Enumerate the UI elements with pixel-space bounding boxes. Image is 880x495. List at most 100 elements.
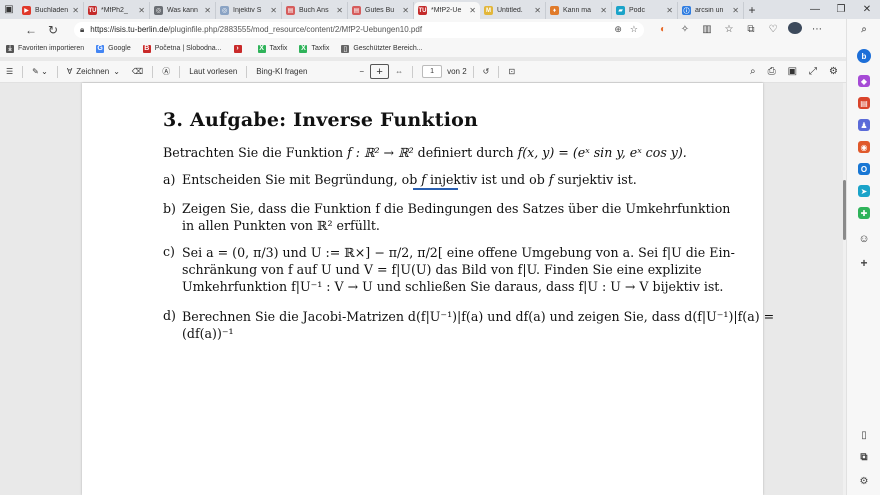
bookmark-item[interactable]: ⤓ Favoriten importieren <box>6 44 84 53</box>
task-text: Entscheiden Sie mit Begründung, ob f inj… <box>182 172 637 189</box>
close-tab-icon[interactable]: ✕ <box>402 6 409 15</box>
task-a-injektiv: injektiv <box>425 172 478 187</box>
read-aloud-button[interactable]: Laut vorlesen <box>183 67 243 76</box>
browser-tab[interactable]: ◎ Was kann ✕ <box>150 2 216 19</box>
browser-tab[interactable]: ▰ Podc ✕ <box>612 2 678 19</box>
exercise-heading: 3. Aufgabe: Inverse Funktion <box>163 109 479 131</box>
tab-favicon-icon: TU <box>88 6 97 15</box>
print-icon[interactable]: ⎙ <box>768 66 776 77</box>
close-tab-icon[interactable]: ✕ <box>336 6 343 15</box>
outlook-icon[interactable]: O <box>858 163 870 175</box>
zoom-icon[interactable]: ⊕ <box>614 24 622 35</box>
tab-title: Untitled. <box>497 7 523 14</box>
new-tab-button[interactable]: + <box>744 3 760 17</box>
bookmark-item[interactable]: B Početna | Slobodna... <box>142 44 222 53</box>
page-view-icon[interactable]: ⊡ <box>502 67 521 76</box>
collections-icon[interactable]: ⧉ <box>744 24 758 35</box>
browser-tab[interactable]: ▤ Gutes Bu ✕ <box>348 2 414 19</box>
bookmark-item[interactable]: G Google <box>96 44 131 53</box>
lock-icon[interactable]: 🔒︎ <box>80 25 84 35</box>
edge-sidebar: ⌕ b ◆ ▤ ♟ ◉ O ➤ ✚ ☺ + ▯ ⧉ ⚙ <box>846 19 880 495</box>
bookmark-item[interactable]: X Taxfix <box>257 44 287 53</box>
chevron-down-icon: ⌄ <box>113 67 120 76</box>
shopping-icon[interactable]: ▤ <box>858 97 870 109</box>
search-sidebar-icon[interactable]: ⌕ <box>858 23 870 35</box>
close-tab-icon[interactable]: ✕ <box>204 6 211 15</box>
split-icon[interactable]: ⧉ <box>858 451 870 463</box>
tools-icon[interactable]: ✚ <box>858 207 870 219</box>
back-icon[interactable]: ← <box>20 23 42 37</box>
task-text: Sei a = (0, π/3) und U := ℝ×] − π/2, π/2… <box>182 244 735 295</box>
bookmark-item[interactable]: X Taxfix <box>299 44 329 53</box>
puzzle-icon[interactable]: ✧ <box>678 24 692 35</box>
pdf-viewer[interactable]: 3. Aufgabe: Inverse Funktion Betrachten … <box>0 83 846 495</box>
settings-icon[interactable]: ⚙ <box>829 66 838 77</box>
draw-button[interactable]: ∀ Zeichnen ⌄ <box>61 67 126 76</box>
divider <box>56 65 58 78</box>
browser-tab[interactable]: M Untitled. ✕ <box>480 2 546 19</box>
intro-math-2: f(x, y) = (eˣ sin y, eˣ cos y). <box>517 145 687 160</box>
divider <box>152 65 154 78</box>
fullscreen-icon[interactable]: ⤢ <box>809 66 817 77</box>
send-icon[interactable]: ➤ <box>858 185 870 197</box>
more-options-icon[interactable]: ⋯ <box>810 24 824 35</box>
divider <box>179 65 181 78</box>
tab-favicon-icon: ◎ <box>220 6 229 15</box>
task-label: d) <box>163 308 176 323</box>
text-icon[interactable]: Ⓐ <box>156 66 176 77</box>
close-window-icon[interactable]: ✕ <box>854 4 880 15</box>
sidebar-settings-icon[interactable]: ⚙ <box>858 475 870 487</box>
restore-icon[interactable]: ❐ <box>828 4 854 15</box>
tab-title: Was kann <box>167 7 198 14</box>
zoom-out-icon[interactable]: − <box>353 67 370 76</box>
bookmark-item[interactable]: ▯ Geschützter Bereich... <box>341 44 423 53</box>
rotate-icon[interactable]: ↺ <box>477 67 496 76</box>
highlight-icon[interactable]: ✎ ⌄ <box>26 67 54 76</box>
save-icon[interactable]: ▣ <box>788 66 797 77</box>
bookmark-label: Geschützter Bereich... <box>353 45 423 52</box>
tab-favicon-icon: M <box>484 6 493 15</box>
task-text: Berechnen Sie die Jacobi-Matrizen d(f|U⁻… <box>182 308 774 342</box>
copilot-icon[interactable]: b <box>857 49 871 63</box>
close-tab-icon[interactable]: ✕ <box>72 6 79 15</box>
split-screen-icon[interactable]: ▥ <box>700 24 714 35</box>
add-sidebar-icon[interactable]: + <box>858 256 870 270</box>
close-tab-icon[interactable]: ✕ <box>666 6 673 15</box>
close-tab-icon[interactable]: ✕ <box>732 6 739 15</box>
close-tab-icon[interactable]: ✕ <box>469 6 476 15</box>
eraser-icon[interactable]: ⌫ <box>126 67 149 76</box>
close-tab-icon[interactable]: ✕ <box>600 6 607 15</box>
close-tab-icon[interactable]: ✕ <box>138 6 145 15</box>
tab-actions-icon[interactable]: ▣ <box>0 0 18 19</box>
fit-page-icon[interactable]: ⇔ <box>389 67 409 76</box>
ask-bing-button[interactable]: Bing-KI fragen <box>250 67 313 76</box>
browser-tab[interactable]: ◎ Injektiv S ✕ <box>216 2 282 19</box>
browser-tab[interactable]: ▤ Buch Ans ✕ <box>282 2 348 19</box>
minimize-icon[interactable]: — <box>802 4 828 15</box>
browser-tab[interactable]: TU *MfP2-Ue ✕ <box>414 2 480 19</box>
close-tab-icon[interactable]: ✕ <box>270 6 277 15</box>
emoji-icon[interactable]: ☺ <box>858 233 870 245</box>
page-number-input[interactable]: 1 <box>422 65 443 78</box>
favorite-star-icon[interactable]: ☆ <box>630 24 638 35</box>
browser-tab[interactable]: ♦ Kann ma ✕ <box>546 2 612 19</box>
refresh-icon[interactable]: ↻ <box>42 23 64 37</box>
office-icon[interactable]: ◉ <box>858 141 870 153</box>
pdf-page: 3. Aufgabe: Inverse Funktion Betrachten … <box>82 83 774 495</box>
favorites-icon[interactable]: ☆ <box>722 24 736 35</box>
zoom-in-button[interactable]: + <box>370 64 390 79</box>
browser-tab[interactable]: ⓘ arcsin un ✕ <box>678 2 744 19</box>
browser-essentials-icon[interactable]: ♡ <box>766 24 780 35</box>
close-tab-icon[interactable]: ✕ <box>534 6 541 15</box>
browser-tab[interactable]: TU *MfPh2_ ✕ <box>84 2 150 19</box>
browser-tab[interactable]: ▶ Buchladen ✕ <box>18 2 84 19</box>
games-icon[interactable]: ♟ <box>858 119 870 131</box>
url-input[interactable]: 🔒︎ https://isis.tu-berlin.de/pluginfile.… <box>74 21 644 38</box>
search-icon[interactable]: ⌕ <box>750 66 756 77</box>
tag-icon[interactable]: ◆ <box>858 75 870 87</box>
profile-avatar[interactable] <box>788 22 802 37</box>
extension-icon[interactable]: ◐ <box>656 24 670 35</box>
bookmark-item[interactable]: › <box>233 44 246 53</box>
sidebar-toggle-icon[interactable]: ▯ <box>858 429 870 441</box>
contents-icon[interactable]: ☰ <box>0 67 19 76</box>
